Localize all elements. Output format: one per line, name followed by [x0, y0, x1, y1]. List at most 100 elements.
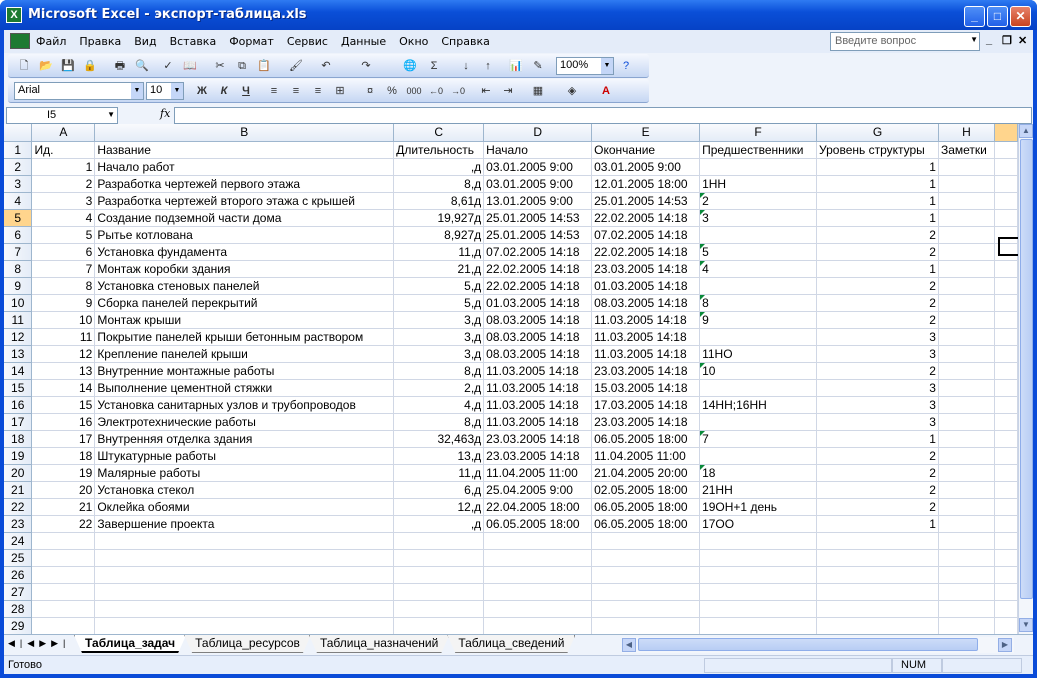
- grid-cell[interactable]: 23.03.2005 14:18: [483, 447, 593, 465]
- row-header[interactable]: 13: [4, 345, 33, 363]
- grid-cell[interactable]: 5: [699, 243, 818, 261]
- grid-cell[interactable]: 15: [31, 396, 96, 414]
- grid-cell[interactable]: 7: [699, 430, 818, 448]
- undo-icon[interactable]: ↶: [318, 58, 334, 74]
- grid-cell[interactable]: [994, 413, 1018, 431]
- insert-function-button[interactable]: fx: [160, 107, 170, 120]
- grid-cell[interactable]: [994, 175, 1018, 193]
- grid-cell[interactable]: 2: [816, 447, 939, 465]
- row-header[interactable]: 9: [4, 277, 33, 295]
- grid-cell[interactable]: 1: [816, 515, 939, 533]
- merge-center-icon[interactable]: ⊞: [332, 83, 348, 99]
- grid-cell[interactable]: Крепление панелей крыши: [94, 345, 395, 363]
- menu-item[interactable]: Вставка: [170, 35, 217, 48]
- first-sheet-icon[interactable]: ◀|: [8, 638, 27, 648]
- grid-cell[interactable]: [591, 600, 701, 618]
- grid-cell[interactable]: [994, 260, 1018, 278]
- underline-button[interactable]: Ч: [238, 83, 254, 99]
- grid-cell[interactable]: 2: [699, 192, 818, 210]
- grid-cell[interactable]: [994, 277, 1018, 295]
- grid-cell[interactable]: Монтаж коробки здания: [94, 260, 395, 278]
- grid-cell[interactable]: Разработка чертежей второго этажа с крыш…: [94, 192, 395, 210]
- grid-cell[interactable]: [938, 430, 995, 448]
- grid-cell[interactable]: [393, 566, 485, 584]
- row-header[interactable]: 7: [4, 243, 33, 261]
- grid-cell[interactable]: 03.01.2005 9:00: [483, 175, 593, 193]
- grid-cell[interactable]: [938, 209, 995, 227]
- grid-cell[interactable]: 8,д: [393, 362, 485, 380]
- grid-cell[interactable]: [938, 277, 995, 295]
- grid-cell[interactable]: [699, 328, 818, 346]
- grid-cell[interactable]: [31, 566, 96, 584]
- grid-cell[interactable]: [94, 549, 395, 567]
- scroll-left-icon[interactable]: ◀: [622, 638, 636, 652]
- grid-cell[interactable]: [816, 617, 939, 634]
- grid-cell[interactable]: 08.03.2005 14:18: [483, 328, 593, 346]
- grid-cell[interactable]: 22.04.2005 18:00: [483, 498, 593, 516]
- row-header[interactable]: 12: [4, 328, 33, 346]
- grid-cell[interactable]: 13: [31, 362, 96, 380]
- grid-cell[interactable]: 19: [31, 464, 96, 482]
- grid-cell[interactable]: 21,д: [393, 260, 485, 278]
- grid-cell[interactable]: [938, 498, 995, 516]
- grid-cell[interactable]: 3: [699, 209, 818, 227]
- row-header[interactable]: 27: [4, 583, 33, 601]
- workbook-icon[interactable]: [10, 33, 30, 49]
- grid-cell[interactable]: Установка стеновых панелей: [94, 277, 395, 295]
- cell-table[interactable]: A B C D E F G H 1 Ид. Название Длительность Начало Ок…: [4, 124, 1018, 634]
- grid-cell[interactable]: [816, 549, 939, 567]
- grid-cell[interactable]: 06.05.2005 18:00: [591, 430, 701, 448]
- grid-cell[interactable]: 11.03.2005 14:18: [591, 328, 701, 346]
- header-cell[interactable]: Заметки: [938, 141, 995, 159]
- grid-cell[interactable]: [699, 583, 818, 601]
- grid-cell[interactable]: [31, 617, 96, 634]
- grid-cell[interactable]: 01.03.2005 14:18: [591, 277, 701, 295]
- grid-cell[interactable]: [938, 481, 995, 499]
- help-question-input[interactable]: Введите вопрос ▼: [830, 32, 980, 51]
- grid-cell[interactable]: [994, 549, 1018, 567]
- grid-cell[interactable]: 11.03.2005 14:18: [591, 345, 701, 363]
- grid-cell[interactable]: 13,д: [393, 447, 485, 465]
- vertical-scroll-thumb[interactable]: [1020, 139, 1033, 599]
- grid-cell[interactable]: 3: [31, 192, 96, 210]
- font-color-icon[interactable]: A: [598, 83, 614, 99]
- grid-cell[interactable]: [994, 600, 1018, 618]
- row-header[interactable]: 19: [4, 447, 33, 465]
- grid-cell[interactable]: [994, 481, 1018, 499]
- grid-cell[interactable]: [938, 600, 995, 618]
- grid-cell[interactable]: 6: [31, 243, 96, 261]
- grid-cell[interactable]: [938, 566, 995, 584]
- grid-cell[interactable]: 2: [31, 175, 96, 193]
- grid-cell[interactable]: [994, 396, 1018, 414]
- grid-cell[interactable]: 25.01.2005 14:53: [483, 209, 593, 227]
- grid-cell[interactable]: Установка фундамента: [94, 243, 395, 261]
- grid-cell[interactable]: [938, 362, 995, 380]
- grid-cell[interactable]: 18: [31, 447, 96, 465]
- italic-button[interactable]: К: [216, 83, 232, 99]
- row-header[interactable]: 28: [4, 600, 33, 618]
- column-header[interactable]: E: [591, 124, 701, 142]
- grid-cell[interactable]: 5,д: [393, 294, 485, 312]
- row-header[interactable]: 20: [4, 464, 33, 482]
- grid-cell[interactable]: 9: [31, 294, 96, 312]
- row-header[interactable]: 23: [4, 515, 33, 533]
- grid-cell[interactable]: [31, 549, 96, 567]
- grid-cell[interactable]: 2: [816, 481, 939, 499]
- grid-cell[interactable]: [393, 532, 485, 550]
- grid-cell[interactable]: Малярные работы: [94, 464, 395, 482]
- grid-cell[interactable]: 3,д: [393, 328, 485, 346]
- grid-cell[interactable]: [994, 192, 1018, 210]
- grid-cell[interactable]: 25.01.2005 14:53: [483, 226, 593, 244]
- grid-cell[interactable]: [94, 566, 395, 584]
- header-cell[interactable]: Начало: [483, 141, 593, 159]
- grid-cell[interactable]: [591, 532, 701, 550]
- grid-cell[interactable]: 12.01.2005 18:00: [591, 175, 701, 193]
- grid-cell[interactable]: 17.03.2005 14:18: [591, 396, 701, 414]
- grid-cell[interactable]: [938, 617, 995, 634]
- grid-cell[interactable]: 5: [31, 226, 96, 244]
- drawing-icon[interactable]: ✎: [530, 58, 546, 74]
- grid-cell[interactable]: 22.02.2005 14:18: [591, 243, 701, 261]
- row-header[interactable]: 16: [4, 396, 33, 414]
- grid-cell[interactable]: 2: [816, 277, 939, 295]
- doc-minimize-button[interactable]: _: [986, 34, 992, 46]
